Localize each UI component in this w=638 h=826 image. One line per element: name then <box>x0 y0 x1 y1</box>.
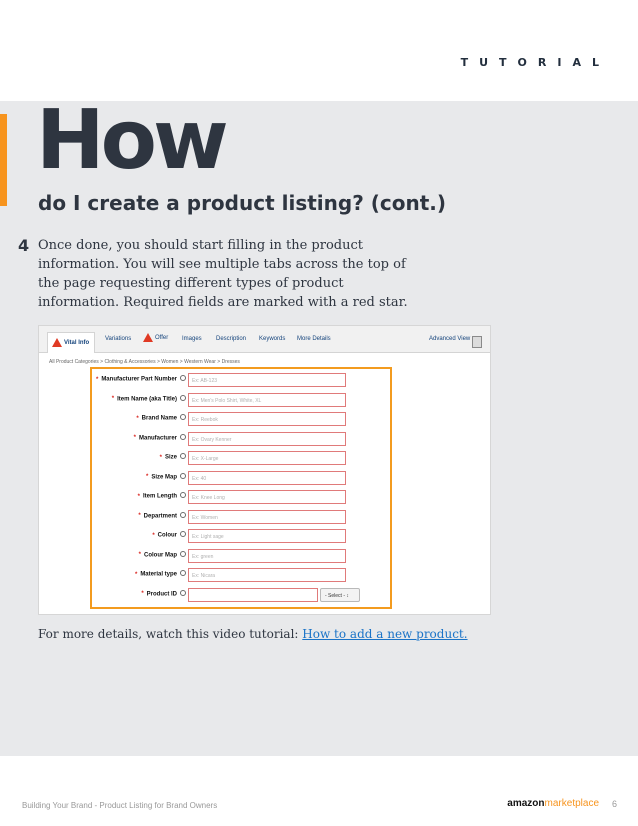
title-subtitle: do I create a product listing? (cont.) <box>38 191 447 215</box>
department-input[interactable]: Ex: Women <box>188 509 346 524</box>
field-row: * Colour Map Ex: green <box>39 548 490 565</box>
item-length-input[interactable]: Ex: Knee Long <box>188 490 346 504</box>
advanced-view-label[interactable]: Advanced View <box>429 336 470 342</box>
info-icon[interactable] <box>180 375 186 381</box>
video-tutorial-link[interactable]: How to add a new product. <box>302 627 467 641</box>
field-row: * Size Map Ex: 40 <box>39 470 490 487</box>
warning-icon <box>52 338 62 347</box>
manufacturer-input[interactable]: Ex: Ovary Kenner <box>188 431 346 446</box>
product-id-type-select[interactable]: - Select - ↕ <box>320 587 360 602</box>
size-map-input[interactable]: Ex: 40 <box>188 470 346 485</box>
step-number: 4 <box>18 236 30 255</box>
form-tab-bar: Vital Info Variations Offer Images Descr… <box>39 326 490 353</box>
size-input[interactable]: Ex: X-Large <box>188 451 346 465</box>
info-icon[interactable] <box>180 414 186 420</box>
brand-name-input[interactable]: Ex: Reebok <box>188 412 346 426</box>
product-id-input[interactable] <box>188 587 318 602</box>
tab-images[interactable]: Images <box>182 336 202 342</box>
title-how: How <box>36 93 229 188</box>
tab-vital-info[interactable]: Vital Info <box>47 332 96 353</box>
warning-icon <box>143 333 153 342</box>
info-icon[interactable] <box>180 472 186 479</box>
info-icon[interactable] <box>180 511 186 518</box>
tab-variations[interactable]: Variations <box>105 336 131 342</box>
more-details-line: For more details, watch this video tutor… <box>38 627 468 641</box>
step-text: Once done, you should start filling in t… <box>38 238 408 310</box>
tab-offer[interactable]: Offer <box>143 333 168 342</box>
tab-keywords[interactable]: Keywords <box>259 336 285 342</box>
field-row: * Brand Name Ex: Reebok <box>39 412 490 428</box>
advanced-view-toggle[interactable] <box>472 336 482 348</box>
info-icon[interactable] <box>180 453 186 459</box>
top-band <box>0 0 638 101</box>
info-icon[interactable] <box>180 550 186 557</box>
field-row: * Colour Ex: Light sage <box>39 529 490 545</box>
more-details-text: For more details, watch this video tutor… <box>38 627 299 641</box>
field-row: * Size Ex: X-Large <box>39 451 490 467</box>
info-icon[interactable] <box>180 492 186 498</box>
item-name-input[interactable]: Ex: Men's Polo Shirt, White, XL <box>188 392 346 407</box>
info-icon[interactable] <box>180 570 186 576</box>
info-icon[interactable] <box>180 394 186 401</box>
tab-description[interactable]: Description <box>216 336 246 342</box>
field-row: * Manufacturer Ex: Ovary Kenner <box>39 431 490 448</box>
field-row: * Item Name (aka Title) Ex: Men's Polo Sh… <box>39 392 490 409</box>
section-label: TUTORIAL <box>460 56 610 69</box>
info-icon[interactable] <box>180 433 186 440</box>
tab-more-details[interactable]: More Details <box>297 336 331 342</box>
colour-input[interactable]: Ex: Light sage <box>188 529 346 543</box>
field-row: * Material type Ex: Nicara <box>39 568 490 584</box>
product-form-screenshot: Vital Info Variations Offer Images Descr… <box>38 325 491 615</box>
info-icon[interactable] <box>180 589 186 596</box>
manufacturer-part-number-input[interactable]: Ex: AB-123 <box>188 373 346 387</box>
accent-bar <box>0 114 7 206</box>
amazon-marketplace-logo: amazonmarketplace <box>507 798 599 809</box>
field-row: * Department Ex: Women <box>39 509 490 526</box>
field-row: * Item Length Ex: Knee Long <box>39 490 490 506</box>
colour-map-input[interactable]: Ex: green <box>188 548 346 563</box>
page-number: 6 <box>611 799 617 809</box>
footer-doc-title: Building Your Brand - Product Listing fo… <box>22 801 218 810</box>
category-breadcrumb[interactable]: All Product Categories > Clothing & Acce… <box>49 359 240 365</box>
info-icon[interactable] <box>180 531 186 537</box>
material-type-input[interactable]: Ex: Nicara <box>188 568 346 582</box>
field-row: * Manufacturer Part Number Ex: AB-123 <box>39 373 490 389</box>
field-row: * Product ID - Select - ↕ <box>39 587 490 604</box>
